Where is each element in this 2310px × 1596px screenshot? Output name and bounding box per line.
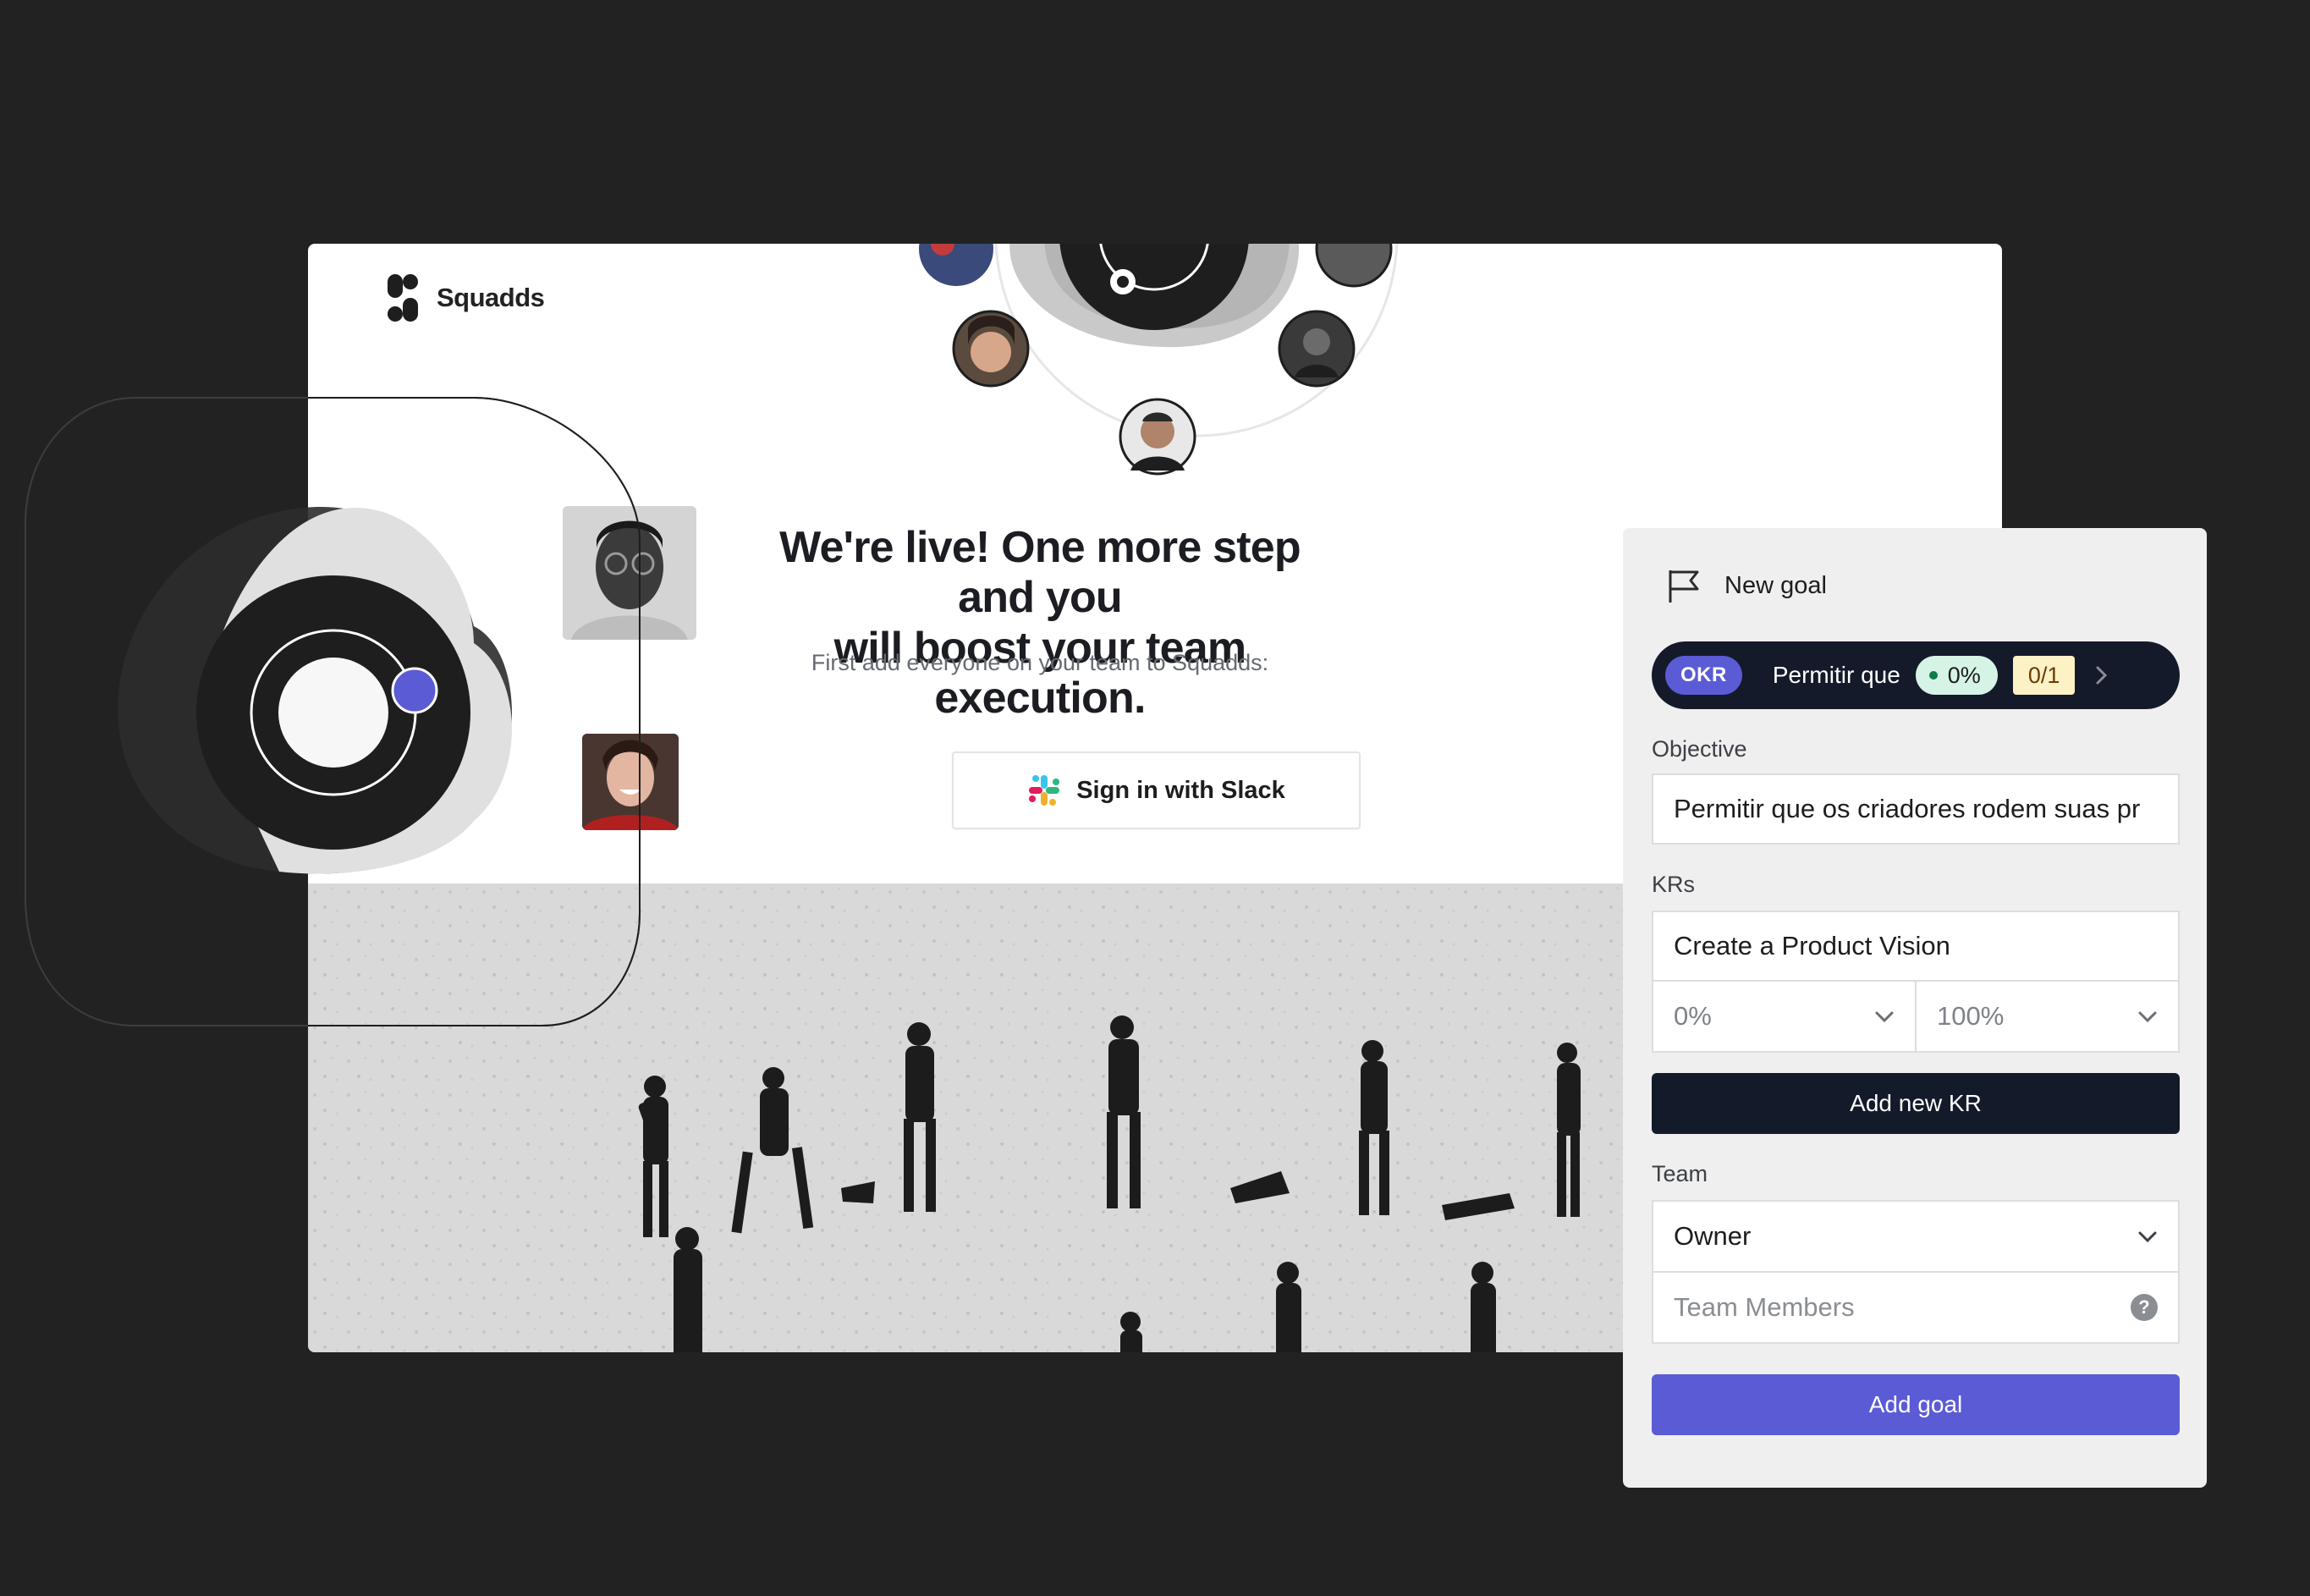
add-new-kr-button[interactable]: Add new KR — [1652, 1073, 2180, 1134]
okr-summary-bar[interactable]: OKR Permitir que 0% 0/1 — [1652, 641, 2180, 709]
kr-input-value: Create a Product Vision — [1674, 931, 1950, 960]
brand-name: Squadds — [437, 283, 545, 312]
okr-progress-badge: 0% — [1915, 656, 1998, 695]
team-members-placeholder: Team Members — [1674, 1292, 1855, 1322]
sign-in-with-slack-button[interactable]: Sign in with Slack — [952, 751, 1361, 829]
objective-input-value: Permitir que os criadores rodem suas pr — [1674, 794, 2141, 823]
avatar-top-left — [919, 244, 993, 286]
okr-progress-value: 0% — [1947, 663, 1981, 688]
chevron-down-icon — [2138, 1011, 2157, 1023]
kr-target-select[interactable]: 100% — [1915, 982, 2180, 1053]
kr-input[interactable]: Create a Product Vision — [1652, 911, 2180, 982]
chevron-right-icon[interactable] — [2093, 664, 2110, 686]
okr-kr-count-badge: 0/1 — [2012, 656, 2076, 695]
chevron-down-icon — [1875, 1011, 1894, 1023]
okr-objective-text: Permitir que — [1772, 662, 1900, 688]
avatar-man-dark — [1278, 310, 1356, 388]
team-members-input[interactable]: Team Members ? — [1652, 1271, 2180, 1344]
progress-ring-decoration — [25, 397, 641, 1026]
squadds-logo-icon — [388, 274, 418, 322]
status-dot-icon — [1928, 671, 1938, 680]
chevron-down-icon — [2138, 1231, 2157, 1243]
page-title: We're live! One more step and you will b… — [765, 523, 1315, 724]
owner-select-value: Owner — [1674, 1221, 1752, 1251]
headline-line-1: We're live! One more step and you — [779, 523, 1301, 623]
add-goal-button[interactable]: Add goal — [1652, 1374, 2180, 1435]
panel-title: New goal — [1724, 571, 1827, 599]
kr-target-value: 100% — [1937, 1001, 2005, 1031]
krs-label: KRs — [1652, 872, 1696, 897]
okr-badge: OKR — [1665, 656, 1742, 695]
objective-input[interactable]: Permitir que os criadores rodem suas pr — [1652, 773, 2180, 845]
page-subtitle: First add everyone on your team to Squad… — [811, 650, 1269, 675]
owner-select[interactable]: Owner — [1652, 1200, 2180, 1273]
slack-icon — [1029, 775, 1060, 806]
brand-logo[interactable]: Squadds — [384, 272, 545, 323]
new-goal-panel: New goal OKR Permitir que 0% 0/1 Objecti… — [1623, 528, 2207, 1488]
kr-range-selects: 0% 100% — [1652, 982, 2180, 1053]
panel-header: New goal — [1665, 567, 1827, 604]
team-label: Team — [1652, 1161, 1708, 1186]
help-icon[interactable]: ? — [2131, 1294, 2158, 1321]
avatar-top-right — [1315, 244, 1393, 288]
avatar-man-bearded — [1119, 398, 1196, 476]
avatar-woman-smiling — [952, 310, 1030, 388]
objective-label: Objective — [1652, 736, 1747, 762]
flag-icon — [1669, 570, 1699, 603]
kr-start-value: 0% — [1674, 1001, 1712, 1031]
slack-button-label: Sign in with Slack — [1076, 776, 1285, 804]
kr-start-select[interactable]: 0% — [1652, 982, 1917, 1053]
